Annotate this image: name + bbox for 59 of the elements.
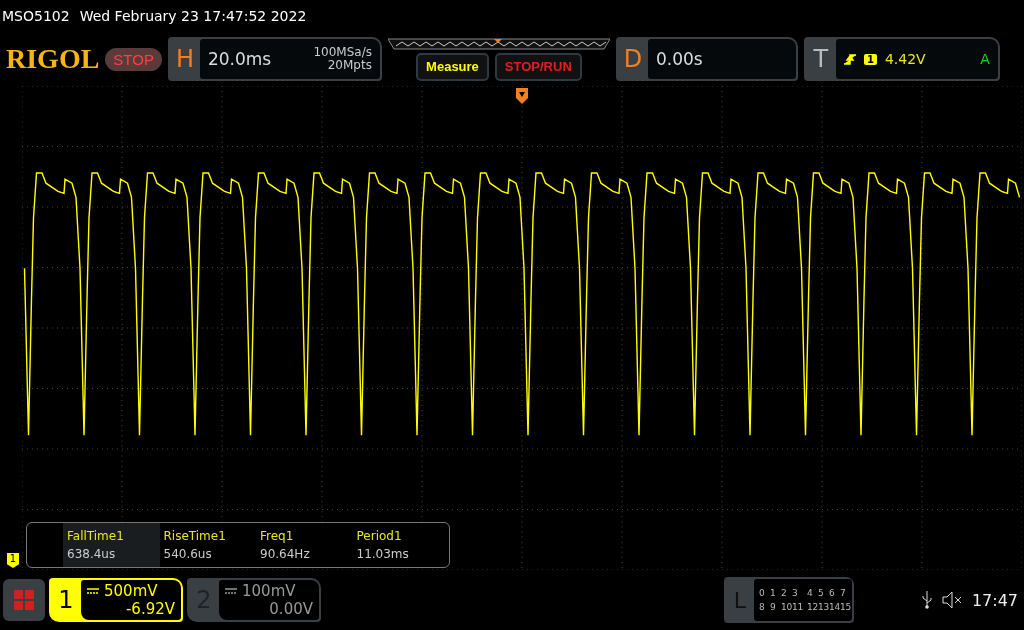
logic-channel-number: 5 [817, 588, 825, 598]
logic-channel-number: 9 [769, 602, 777, 612]
panel-letter: H [174, 44, 195, 75]
logic-channel-number: 4 [806, 588, 814, 598]
channel-offset: 0.00V [269, 600, 313, 618]
model-name: MSO5102 [2, 8, 70, 24]
usb-icon [921, 591, 932, 609]
panel-letter: T [812, 44, 830, 75]
dc-coupling-icon [87, 588, 99, 594]
logic-channel-number: 12 [806, 602, 818, 612]
menu-button[interactable] [3, 579, 45, 621]
delay-panel[interactable]: D 0.00s [615, 37, 798, 81]
measurement-value: 540.6us [163, 547, 213, 561]
channel-marker: 1 [7, 553, 19, 568]
panel-letter: D [622, 44, 644, 75]
trigger-position-marker [516, 88, 528, 104]
channel-number: 1 [57, 585, 75, 616]
logic-channel-number: 0 [758, 588, 766, 598]
logic-channel-number: 14 [828, 602, 840, 612]
logic-channel-number: 3 [791, 588, 799, 598]
measurement-name: FallTime1 [67, 529, 125, 543]
measurement-name: RiseTime1 [163, 529, 227, 543]
channel-scale: 500mV [104, 582, 158, 600]
channel-box[interactable]: 1 500mV -6.92V [49, 578, 183, 622]
logic-channel-number: 2 [780, 588, 788, 598]
logic-channel-number: 13 [817, 602, 829, 612]
measurement-value: 90.64Hz [260, 547, 311, 561]
channel-scale: 100mV [242, 582, 296, 600]
grid-squares-icon [13, 589, 35, 611]
logic-channel-number: 7 [839, 588, 847, 598]
logic-channel-number: 1 [769, 588, 777, 598]
trigger-mode: A [980, 51, 990, 67]
trigger-source-badge: 1 [863, 53, 877, 65]
measurement-name: Freq1 [260, 529, 295, 543]
logo: RIGOL [6, 43, 100, 75]
logic-channel-number: 6 [828, 588, 836, 598]
horizontal-panel[interactable]: H 20.0ms 100MSa/s 20Mpts [167, 37, 382, 81]
muted-speaker-icon [941, 591, 962, 609]
trigger-panel[interactable]: T 1 4.42V A [803, 37, 1000, 81]
logic-channel-number: 15 [839, 602, 851, 612]
waveform-overview-icon [387, 37, 610, 50]
logic-channel-number: 8 [758, 602, 766, 612]
channel-offset: -6.92V [125, 600, 175, 618]
logic-channel-number: 11 [791, 602, 803, 612]
measure-button[interactable]: Measure [416, 52, 489, 81]
delay-value: 0.00s [655, 49, 703, 69]
dc-coupling-icon [225, 588, 237, 594]
run-state-badge: STOP [105, 47, 162, 71]
stop-run-button[interactable]: STOP/RUN [494, 52, 582, 81]
logic-channel-number: 10 [780, 602, 792, 612]
measurement-value: 11.03ms [356, 547, 410, 561]
memory-depth: 20Mpts [327, 59, 372, 72]
measurement-name: Period1 [356, 529, 403, 543]
timebase-value: 20.0ms [207, 49, 272, 69]
clock-time: 17:47 [971, 590, 1018, 610]
trigger-level: 4.42V [884, 51, 926, 67]
date-time: Wed February 23 17:47:52 2022 [79, 8, 307, 24]
measurement-value: 638.4us [67, 547, 117, 561]
sample-rate: 100MSa/s [313, 46, 372, 59]
